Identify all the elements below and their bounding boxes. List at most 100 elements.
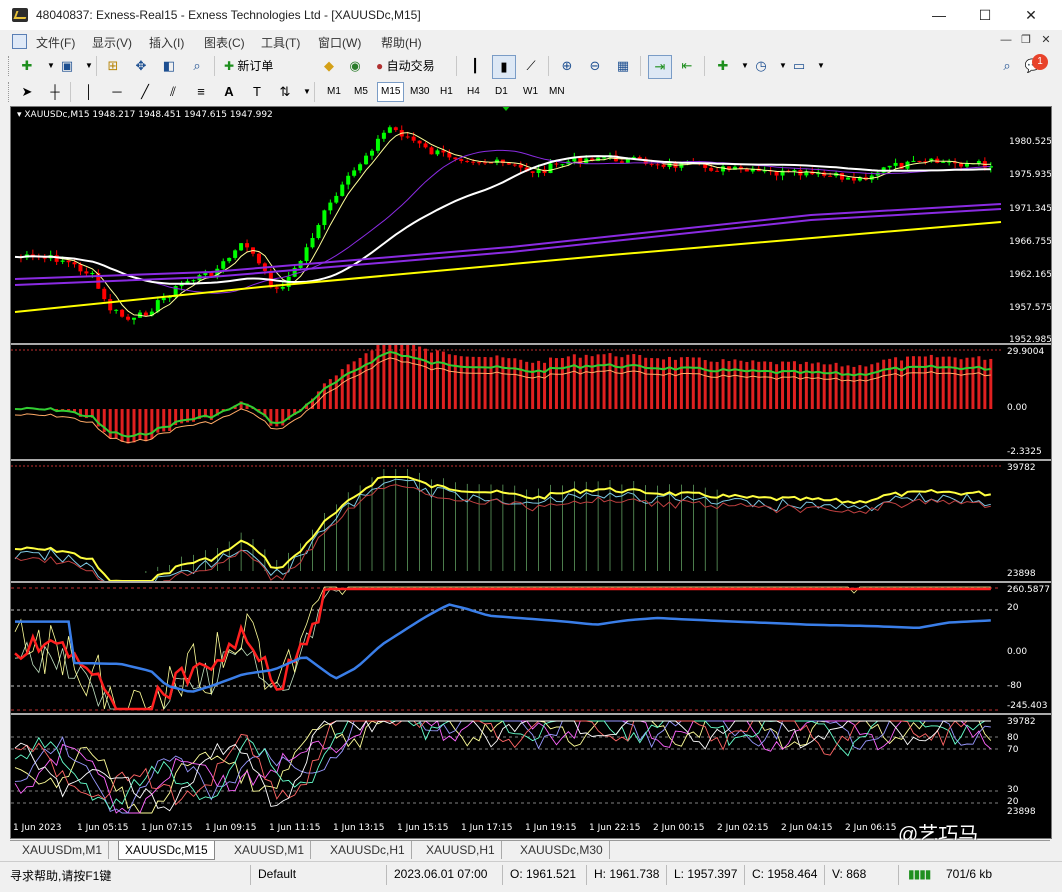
timeframe-d1[interactable]: D1: [492, 83, 511, 101]
time-label: 1 Jun 22:15: [589, 823, 640, 833]
menu-help[interactable]: 帮助(H): [381, 34, 422, 51]
candle-body: [888, 166, 892, 168]
templates-icon[interactable]: ▭: [788, 55, 810, 77]
market-watch-icon[interactable]: ⊞: [102, 55, 124, 77]
time-label: 1 Jun 2023: [13, 823, 61, 833]
timeframe-m15[interactable]: M15: [377, 82, 404, 102]
macd-histogram-bar: [609, 353, 612, 409]
horizontal-line-icon[interactable]: ─: [106, 81, 128, 103]
profiles-icon[interactable]: ▣: [56, 55, 78, 77]
timeframe-m1[interactable]: M1: [324, 83, 344, 101]
chart-window[interactable]: ▾ XAUUSDc,M15 1948.217 1948.451 1947.615…: [10, 106, 1052, 839]
macd-histogram-bar: [787, 362, 790, 409]
cursor-icon[interactable]: ➤: [16, 81, 38, 103]
stoch-pane[interactable]: 39782 80 70 30 20 23898: [11, 715, 1051, 819]
candle-body: [328, 203, 332, 211]
mdi-minimize-button[interactable]: —: [998, 33, 1014, 48]
timeframe-h1[interactable]: H1: [437, 83, 456, 101]
timeframe-mn[interactable]: MN: [546, 83, 568, 101]
auto-scroll-icon[interactable]: ⇥: [648, 55, 672, 79]
symbol-ohlc: XAUUSDc,M15 1948.217 1948.451 1947.615 1…: [24, 110, 272, 120]
cci-axis-label: -80: [1007, 681, 1022, 691]
fibonacci-icon[interactable]: ≡: [190, 81, 212, 103]
text-label-icon[interactable]: T: [246, 81, 268, 103]
macd-histogram-bar: [751, 360, 754, 409]
bar-chart-icon[interactable]: ┃: [464, 55, 486, 77]
trendline-icon[interactable]: ╱: [134, 81, 156, 103]
metaeditor-icon[interactable]: ◆: [318, 55, 340, 77]
macd-histogram-bar: [829, 364, 832, 409]
tab-xauusd-h1[interactable]: XAUUSD,H1: [420, 841, 502, 859]
candle-body: [311, 238, 315, 247]
macd-histogram-bar: [513, 358, 516, 409]
crosshair-icon[interactable]: ┼: [44, 81, 66, 103]
tab-xauusdc-m30[interactable]: XAUUSDc,M30: [514, 841, 610, 859]
menu-insert[interactable]: 插入(I): [149, 34, 184, 51]
timeframe-w1[interactable]: W1: [520, 83, 541, 101]
candle-body: [453, 157, 457, 159]
indicators-icon[interactable]: ✚: [712, 55, 734, 77]
tab-xauusdm-m1[interactable]: XAUUSDm,M1: [16, 841, 109, 859]
search-icon[interactable]: ⌕: [996, 55, 1018, 77]
toolbar-separator: [704, 56, 705, 76]
candle-body: [144, 313, 148, 316]
close-button[interactable]: ✕: [1008, 0, 1054, 30]
zoom-in-icon[interactable]: ⊕: [556, 55, 578, 77]
minimize-button[interactable]: —: [916, 0, 962, 30]
status-separator: [824, 865, 825, 885]
mdi-close-button[interactable]: ✕: [1038, 33, 1054, 48]
status-profile[interactable]: Default: [258, 867, 296, 881]
macd-histogram-bar: [424, 349, 427, 409]
menu-charts[interactable]: 图表(C): [204, 34, 245, 51]
vertical-line-icon[interactable]: │: [78, 81, 100, 103]
tile-windows-icon[interactable]: ▦: [612, 55, 634, 77]
tab-xauusdc-h1[interactable]: XAUUSDc,H1: [324, 841, 412, 859]
zoom-out-icon[interactable]: ⊖: [584, 55, 606, 77]
timeframe-h4[interactable]: H4: [464, 83, 483, 101]
auto-trading-button[interactable]: ● 自动交易: [374, 55, 437, 77]
text-icon[interactable]: A: [218, 81, 240, 103]
toolbar-grip[interactable]: [8, 82, 12, 102]
macd-histogram-bar: [912, 356, 915, 409]
periods-icon[interactable]: ◷: [750, 55, 772, 77]
data-window-icon[interactable]: ◧: [158, 55, 180, 77]
oscillator-pane[interactable]: 39782 23898: [11, 461, 1051, 581]
macd-histogram-bar: [704, 360, 707, 409]
macd-histogram-bar: [906, 357, 909, 409]
candle-body: [192, 280, 196, 281]
arrows-icon[interactable]: ⇅: [274, 81, 296, 103]
menu-file[interactable]: 文件(F): [36, 34, 75, 51]
cci-pane[interactable]: 260.5877 20 0.00 -80 -245.403: [11, 583, 1051, 713]
candlestick-icon[interactable]: ▮: [492, 55, 516, 79]
dropdown-arrow-icon[interactable]: ▼: [810, 55, 832, 77]
chart-shift-icon[interactable]: ⇤: [676, 55, 698, 77]
new-order-button[interactable]: ✚ 新订单: [222, 55, 275, 77]
macd-histogram-bar: [769, 362, 772, 409]
tab-xauusdc-m15[interactable]: XAUUSDc,M15: [118, 841, 215, 860]
signals-icon[interactable]: ◉: [344, 55, 366, 77]
tab-xauusd-m1[interactable]: XAUUSD,M1: [228, 841, 311, 859]
macd-histogram-bar: [757, 362, 760, 409]
timeframe-m30[interactable]: M30: [407, 83, 432, 101]
price-pane[interactable]: ▾ XAUUSDc,M15 1948.217 1948.451 1947.615…: [11, 107, 1051, 343]
maximize-button[interactable]: ☐: [962, 0, 1008, 30]
new-chart-icon[interactable]: ✚: [16, 55, 38, 77]
time-label: 1 Jun 17:15: [461, 823, 512, 833]
menu-tools[interactable]: 工具(T): [261, 34, 300, 51]
equidistant-channel-icon[interactable]: ⫽: [162, 81, 184, 103]
mdi-restore-button[interactable]: ❐: [1018, 33, 1034, 48]
terminal-icon[interactable]: ⌕: [186, 55, 208, 77]
candle-body: [941, 162, 945, 163]
candle-body: [162, 298, 166, 300]
toolbar-grip[interactable]: [8, 56, 12, 76]
navigator-icon[interactable]: ✥: [130, 55, 152, 77]
price-label: 1980.525: [1009, 137, 1051, 147]
macd-histogram-bar: [852, 367, 855, 409]
line-chart-icon[interactable]: ⟋: [520, 55, 542, 77]
menu-window[interactable]: 窗口(W): [318, 34, 361, 51]
candle-body: [602, 157, 606, 158]
menu-view[interactable]: 显示(V): [92, 34, 132, 51]
osc-axis-label: 23898: [1007, 569, 1036, 579]
macd-pane[interactable]: 29.9004 0.00 -2.3325: [11, 345, 1051, 459]
timeframe-m5[interactable]: M5: [351, 83, 371, 101]
